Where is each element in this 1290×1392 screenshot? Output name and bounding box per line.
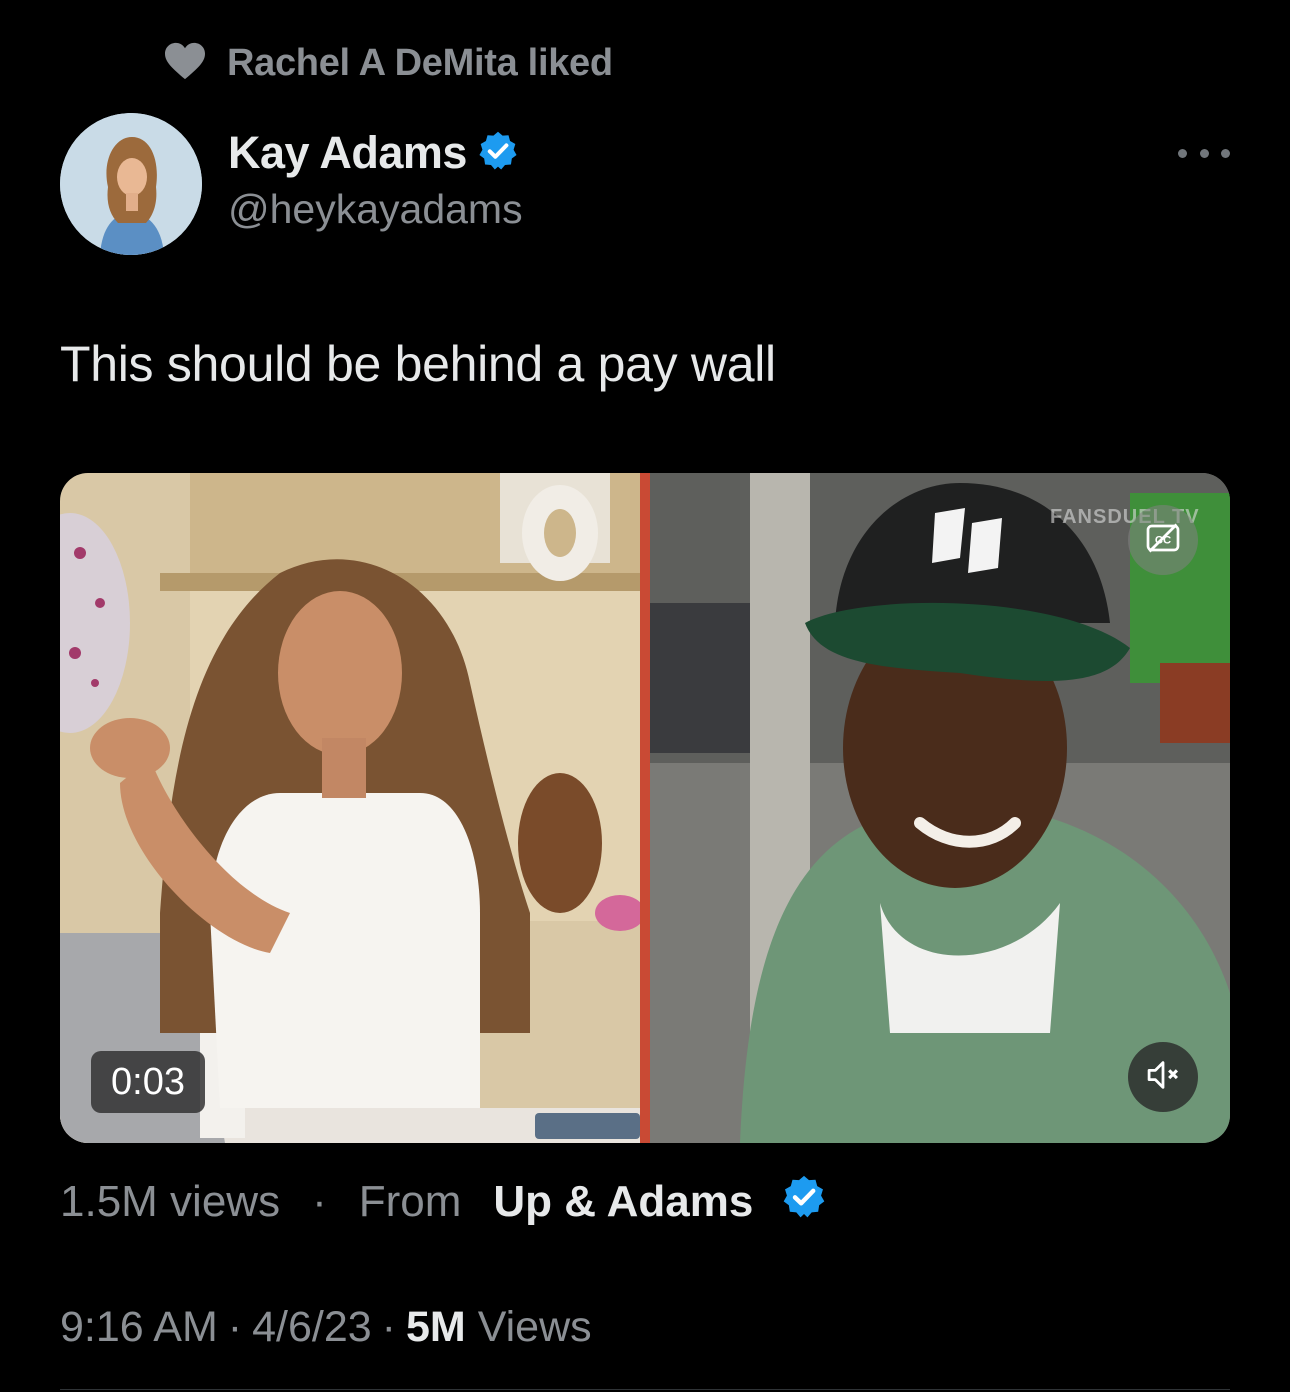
video-duration: 0:03	[91, 1051, 205, 1113]
author-name[interactable]: Kay Adams	[228, 127, 467, 179]
more-dot	[1178, 148, 1187, 158]
tweet-meta: 9:16 AM · 4/6/23 · 5M Views	[60, 1298, 592, 1356]
heart-icon	[163, 41, 207, 86]
from-label: From	[358, 1177, 462, 1226]
media-footer: 1.5M views · From Up & Adams	[60, 1172, 827, 1232]
author-block[interactable]: Kay Adams @heykayadams	[228, 124, 523, 233]
tweet-text: This should be behind a pay wall	[60, 336, 776, 392]
video-player[interactable]: FANSDUEL TV CC 0:03	[60, 473, 1230, 1143]
separator: ·	[312, 1177, 327, 1226]
social-context[interactable]: Rachel A DeMita liked	[163, 38, 613, 88]
separator: ·	[227, 1302, 243, 1351]
tweet-time[interactable]: 9:16 AM	[60, 1303, 218, 1352]
divider	[60, 1389, 1230, 1390]
volume-muted-icon	[1144, 1058, 1182, 1097]
closed-captions-off-icon: CC	[1145, 523, 1181, 558]
more-dot	[1221, 148, 1230, 158]
views-label[interactable]: Views	[478, 1303, 592, 1352]
closed-captions-button[interactable]: CC	[1128, 505, 1198, 575]
mute-button[interactable]	[1128, 1042, 1198, 1112]
video-frame	[60, 473, 1230, 1143]
author-handle[interactable]: @heykayadams	[228, 186, 523, 233]
social-context-label: Rachel A DeMita liked	[227, 41, 613, 84]
tweet-date[interactable]: 4/6/23	[252, 1303, 372, 1352]
more-options-icon[interactable]	[1178, 138, 1230, 168]
verified-badge-icon[interactable]	[477, 130, 519, 177]
avatar[interactable]	[60, 113, 202, 255]
views-count[interactable]: 5M	[406, 1303, 466, 1352]
separator: ·	[381, 1302, 396, 1351]
source-account-link[interactable]: Up & Adams	[493, 1177, 753, 1227]
more-dot	[1199, 148, 1209, 158]
video-views: 1.5M views	[60, 1177, 281, 1226]
verified-badge-icon[interactable]	[781, 1174, 827, 1231]
